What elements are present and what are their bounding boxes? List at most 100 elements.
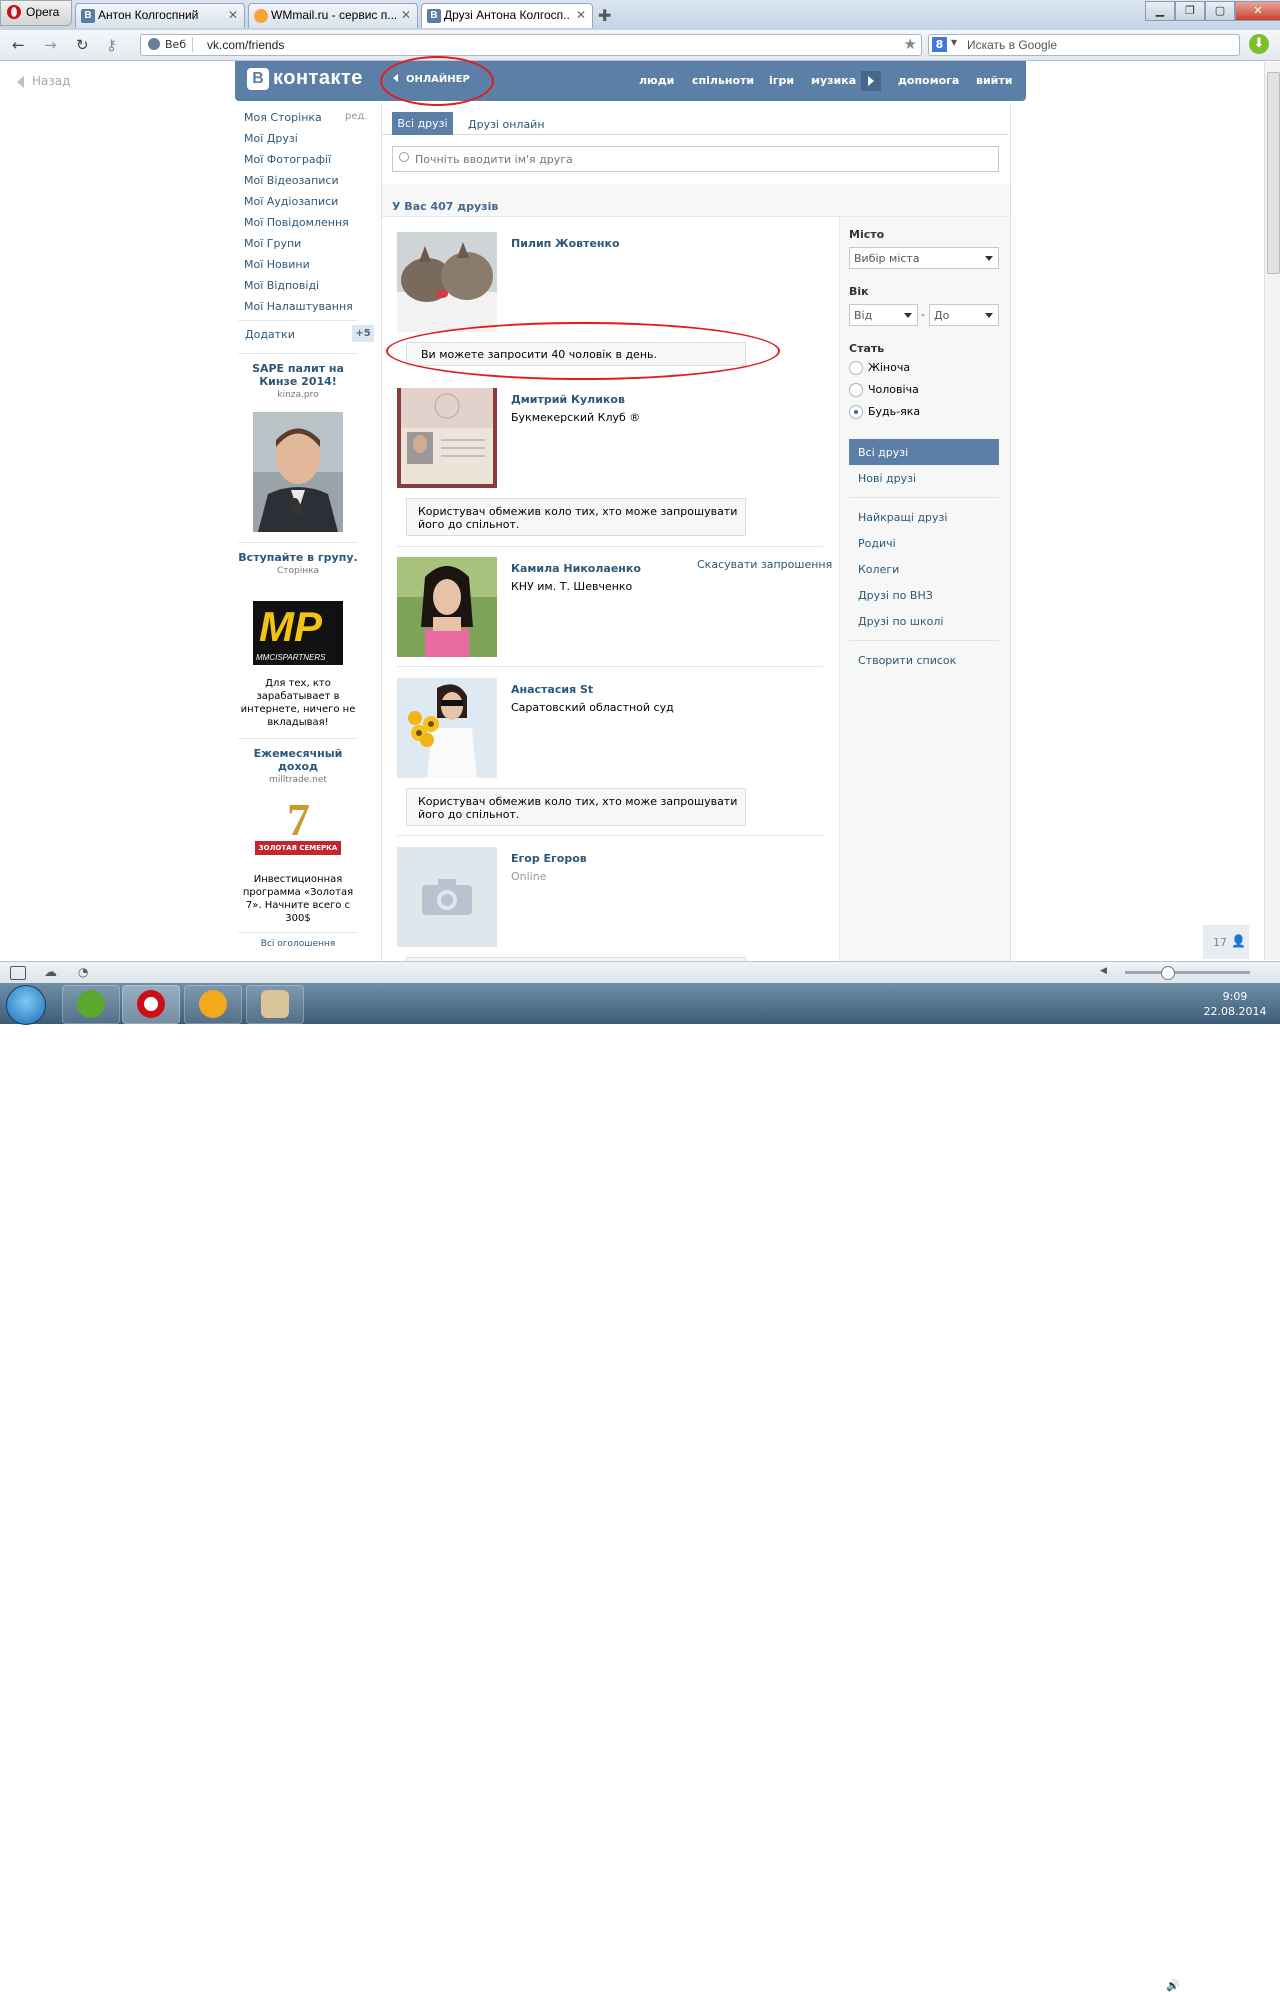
radio-female[interactable]: [849, 361, 863, 375]
nav-communities[interactable]: спільноти: [692, 74, 754, 87]
ad-title[interactable]: Вступайте в групу.: [238, 551, 358, 564]
scrollbar-thumb[interactable]: [1267, 72, 1280, 274]
radio-male[interactable]: [849, 383, 863, 397]
age-to-select[interactable]: До: [929, 304, 999, 326]
radio-female-label[interactable]: Жіноча: [868, 361, 910, 374]
ad-block-1[interactable]: SAPE палит на Кинзе 2014! kinza.pro: [238, 362, 358, 400]
google-icon[interactable]: 8: [932, 37, 947, 52]
filter-menu-university[interactable]: Друзі по ВНЗ: [858, 589, 933, 602]
close-tab-icon[interactable]: ✕: [228, 8, 238, 22]
back-link[interactable]: Назад: [17, 74, 70, 88]
tab-all-friends[interactable]: Всі друзі: [392, 112, 453, 135]
city-select[interactable]: Вибір міста: [849, 247, 999, 269]
browser-tab-2[interactable]: WMmail.ru - сервис п... ✕: [248, 3, 418, 28]
menu-my-audio[interactable]: Мої Аудіозаписи: [244, 195, 338, 208]
nav-music[interactable]: музика: [811, 74, 856, 87]
opera-menu-button[interactable]: Opera: [0, 0, 72, 26]
browser-tab-3-active[interactable]: В Друзі Антона Колгосп... ✕: [421, 3, 593, 28]
zoom-slider[interactable]: [1125, 971, 1250, 974]
filter-menu-colleagues[interactable]: Колеги: [858, 563, 899, 576]
friend-name-2[interactable]: Дмитрий Куликов: [511, 393, 625, 406]
close-tab-icon[interactable]: ✕: [576, 8, 586, 22]
system-clock[interactable]: 9:09 22.08.2014: [1200, 989, 1270, 1019]
ad-logo-mp[interactable]: MP MMCISPARTNERS: [253, 601, 343, 665]
menu-my-photos[interactable]: Мої Фотографії: [244, 153, 331, 166]
url-text[interactable]: vk.com/friends: [207, 38, 284, 52]
friend-name-1[interactable]: Пилип Жовтенко: [511, 237, 620, 250]
friend-name-3[interactable]: Камила Николаенко: [511, 562, 641, 575]
ad-block-2[interactable]: Вступайте в групу. Сторінка: [238, 551, 358, 576]
taskbar-utorrent[interactable]: [62, 985, 120, 1024]
cloud-icon[interactable]: ☁: [44, 965, 57, 980]
menu-my-videos[interactable]: Мої Відеозаписи: [244, 174, 339, 187]
vk-logo-icon[interactable]: В: [247, 68, 269, 90]
radio-male-label[interactable]: Чоловіча: [868, 383, 919, 396]
filter-menu-new-friends[interactable]: Нові друзі: [858, 472, 916, 485]
start-button[interactable]: [6, 985, 46, 1025]
keyboard-icon[interactable]: ⌨: [1070, 1979, 1086, 1992]
friend-photo-wolves[interactable]: [397, 232, 497, 332]
download-icon[interactable]: ⬇: [1249, 34, 1269, 54]
friend-photo-girl-2[interactable]: [397, 678, 497, 778]
panel-toggle-icon[interactable]: [10, 966, 26, 980]
online-counter[interactable]: 17 👤: [1203, 925, 1249, 959]
nav-people[interactable]: люди: [639, 74, 674, 87]
search-field[interactable]: 8 ▼ Искать в Google: [928, 34, 1240, 56]
all-ads-link[interactable]: Всі оголошення: [238, 939, 358, 949]
filter-menu-relatives[interactable]: Родичі: [858, 537, 896, 550]
taskbar-paint[interactable]: [246, 985, 304, 1024]
reload-icon[interactable]: ↻: [76, 36, 89, 54]
browser-tab-1[interactable]: В Антон Колгоспний ✕: [75, 3, 245, 28]
filter-menu-school[interactable]: Друзі по школі: [858, 615, 943, 628]
key-icon[interactable]: ⚷: [106, 36, 117, 54]
tab-friends-online[interactable]: Друзі онлайн: [468, 118, 545, 131]
nav-help[interactable]: допомога: [898, 74, 959, 87]
close-window-icon[interactable]: ✕: [1235, 1, 1280, 21]
taskbar-aimp[interactable]: [184, 985, 242, 1024]
nav-play-icon[interactable]: [861, 71, 881, 91]
radio-any-label[interactable]: Будь-яка: [868, 405, 920, 418]
nav-games[interactable]: ігри: [769, 74, 794, 87]
forward-arrow-icon[interactable]: →: [44, 36, 57, 54]
create-list-link[interactable]: Створити список: [858, 654, 956, 667]
volume-icon[interactable]: 🔊: [1166, 1979, 1180, 1992]
apps-badge[interactable]: +5: [352, 325, 374, 342]
menu-my-groups[interactable]: Мої Групи: [244, 237, 301, 250]
menu-my-friends[interactable]: Мої Друзі: [244, 132, 298, 145]
restore-icon[interactable]: ❐: [1175, 1, 1205, 21]
cancel-invite-link[interactable]: Скасувати запрошення: [697, 558, 832, 571]
ad-block-3[interactable]: Ежемесячный доход milltrade.net: [238, 747, 358, 785]
maximize-icon[interactable]: ▢: [1205, 1, 1235, 21]
network-icon[interactable]: ▣: [1142, 1979, 1152, 1992]
menu-my-messages[interactable]: Мої Повідомлення: [244, 216, 349, 229]
friend-photo-placeholder[interactable]: [397, 847, 497, 947]
friend-photo-passport[interactable]: [397, 388, 497, 488]
filter-menu-best-friends[interactable]: Найкращі друзі: [858, 511, 947, 524]
ad-photo-man[interactable]: [253, 412, 343, 532]
radio-any[interactable]: [849, 405, 863, 419]
ad-title[interactable]: SAPE палит на Кинзе 2014!: [238, 362, 358, 388]
filter-menu-all-friends[interactable]: Всі друзі: [849, 439, 999, 465]
minimize-icon[interactable]: ▁: [1145, 1, 1175, 21]
zoom-slider-knob[interactable]: [1161, 966, 1175, 980]
menu-my-settings[interactable]: Мої Налаштування: [244, 300, 353, 313]
friend-name-5[interactable]: Егор Егоров: [511, 852, 587, 865]
menu-my-news[interactable]: Мої Новини: [244, 258, 310, 271]
speed-dial-icon[interactable]: ◔: [78, 965, 88, 979]
menu-my-page[interactable]: Моя Сторінка: [244, 111, 322, 124]
address-field[interactable]: Веб vk.com/friends ★: [140, 34, 922, 56]
age-from-select[interactable]: Від: [849, 304, 918, 326]
ad-title[interactable]: Ежемесячный доход: [238, 747, 358, 773]
ad-logo-gold7[interactable]: 7 ЗОЛОТАЯ СЕМЕРКА: [253, 794, 343, 865]
menu-apps[interactable]: Додатки: [245, 328, 295, 341]
new-tab-icon[interactable]: ✚: [598, 6, 611, 25]
friend-name-4[interactable]: Анастасия St: [511, 683, 593, 696]
page-scrollbar[interactable]: [1264, 62, 1280, 960]
menu-my-answers[interactable]: Мої Відповіді: [244, 279, 319, 292]
back-arrow-icon[interactable]: ←: [12, 36, 25, 54]
edit-menu-link[interactable]: ред.: [345, 111, 368, 122]
taskbar-opera[interactable]: [122, 985, 180, 1024]
bookmark-star-icon[interactable]: ★: [904, 35, 917, 53]
friend-photo-girl-1[interactable]: [397, 557, 497, 657]
web-badge[interactable]: Веб: [145, 37, 194, 52]
